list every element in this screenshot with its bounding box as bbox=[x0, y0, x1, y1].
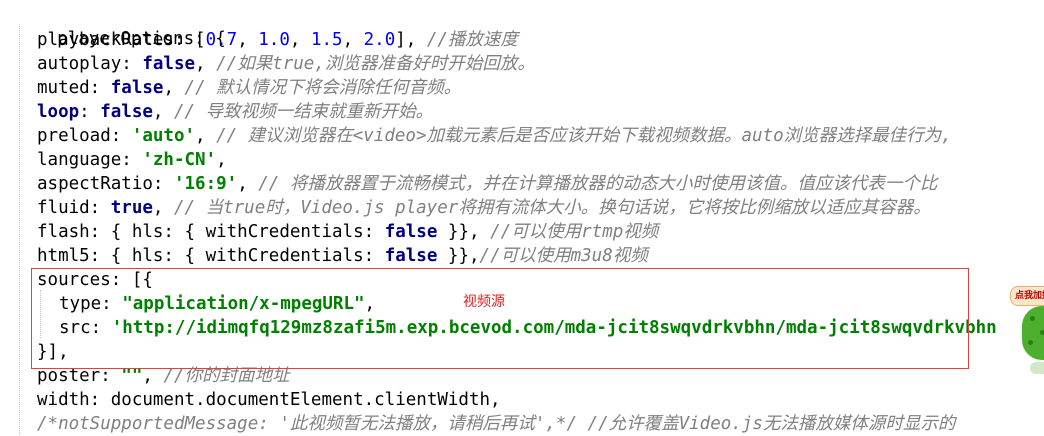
rate-value: 2.0 bbox=[363, 30, 396, 50]
code-comment: //你的封面地址 bbox=[163, 366, 290, 386]
code-comment: // 默认情况下将会消除任何音频。 bbox=[184, 78, 462, 98]
code-comment: // 将播放器置于流畅模式，并在计算播放器的动态大小时使用该值。值应该代表一个比 bbox=[258, 174, 938, 194]
code-comment: //播放速度 bbox=[426, 30, 518, 50]
code-line: /*notSupportedMessage: '此视频暂无法播放，请稍后再试',… bbox=[37, 412, 1044, 436]
code-line: fluid: true, // 当true时，Video.js player将拥… bbox=[37, 198, 931, 218]
flash-config-end: }}, bbox=[437, 222, 491, 242]
mascot-spot bbox=[1040, 330, 1044, 335]
code-comment: //可以使用rtmp视频 bbox=[490, 222, 659, 242]
code-line: src: 'http://idimqfq129mz8zafi5m.exp.bce… bbox=[59, 316, 999, 340]
indent-guide bbox=[19, 24, 20, 435]
mascot-spot bbox=[1028, 340, 1033, 345]
sources-open: sources: [{ bbox=[37, 270, 153, 290]
code-line: preload: 'auto', // 建议浏览器在<video>加载元素后是否… bbox=[37, 126, 952, 146]
aspectRatio-key: aspectRatio: bbox=[37, 174, 174, 194]
language-value: 'zh-CN' bbox=[142, 150, 217, 170]
fluid-key: fluid: bbox=[37, 198, 111, 218]
array-end: ], bbox=[395, 30, 427, 50]
code-line: sources: [{ bbox=[37, 268, 153, 292]
code-line: width: document.documentElement.clientWi… bbox=[37, 388, 501, 412]
aspectRatio-value: '16:9' bbox=[173, 174, 238, 194]
width-line: width: document.documentElement.clientWi… bbox=[37, 390, 501, 410]
flash-value: false bbox=[384, 222, 438, 242]
playbackRates-key: playbackRates: [ bbox=[37, 30, 206, 50]
src-key: src: bbox=[59, 318, 112, 338]
code-line: language: 'zh-CN', bbox=[37, 150, 227, 170]
preload-value: 'auto' bbox=[131, 126, 196, 146]
mascot-icon[interactable] bbox=[1022, 306, 1044, 360]
src-value: 'http://idimqfq129mz8zafi5m.exp.bcevod.c… bbox=[111, 318, 997, 338]
html5-config-end: }}, bbox=[437, 246, 480, 266]
code-comment: // 当true时，Video.js player将拥有流体大小。换句话说，它将… bbox=[174, 198, 931, 218]
code-line: html5: { hls: { withCredentials: false }… bbox=[37, 244, 648, 268]
poster-key: poster: bbox=[37, 366, 122, 386]
code-line: aspectRatio: '16:9', // 将播放器置于流畅模式，并在计算播… bbox=[37, 174, 938, 194]
code-line: poster: "", //你的封面地址 bbox=[37, 366, 290, 386]
autoplay-key: autoplay: bbox=[37, 54, 143, 74]
rate-value: 1.5 bbox=[310, 30, 343, 50]
preload-key: preload: bbox=[37, 126, 132, 146]
loop-key: loop bbox=[37, 102, 80, 122]
poster-value: "" bbox=[121, 366, 143, 386]
mascot-base bbox=[1030, 362, 1044, 374]
html5-config: html5: { hls: { withCredentials: bbox=[37, 246, 385, 266]
autoplay-value: false bbox=[142, 54, 196, 74]
muted-key: muted: bbox=[37, 78, 111, 98]
html5-value: false bbox=[384, 246, 438, 266]
code-editor[interactable]: playerOptions: { playbackRates: [0.7, 1.… bbox=[0, 0, 1044, 435]
code-comment: /*notSupportedMessage: '此视频暂无法播放，请稍后再试',… bbox=[37, 414, 956, 434]
fluid-value: true bbox=[110, 198, 153, 218]
code-line: loop: false, // 导致视频一结束就重新开始。 bbox=[37, 102, 434, 122]
muted-value: false bbox=[110, 78, 164, 98]
code-comment: //可以使用m3u8视频 bbox=[479, 246, 648, 266]
annotation-label: 视频源 bbox=[463, 294, 505, 310]
mascot-spot bbox=[1030, 316, 1035, 321]
type-key: type: bbox=[59, 294, 123, 314]
code-comment: // 导致视频一结束就重新开始。 bbox=[174, 102, 434, 122]
code-line: }], bbox=[37, 340, 69, 364]
sources-close: }], bbox=[37, 342, 69, 362]
rate-value: 1.0 bbox=[258, 30, 290, 50]
floating-widget[interactable]: 点我加好友 bbox=[1004, 280, 1044, 380]
code-line: type: "application/x-mpegURL", bbox=[59, 294, 376, 314]
code-line: playerOptions: { bbox=[15, 3, 226, 49]
code-line: flash: { hls: { withCredentials: false }… bbox=[37, 220, 658, 244]
loop-value: false bbox=[100, 102, 153, 122]
code-comment: // 建议浏览器在<video>加载元素后是否应该开始下载视频数据。auto浏览… bbox=[216, 126, 952, 146]
type-value: "application/x-mpegURL" bbox=[122, 294, 365, 314]
indent-guide bbox=[40, 290, 41, 338]
code-line: muted: false, // 默认情况下将会消除任何音频。 bbox=[37, 78, 462, 98]
flash-config: flash: { hls: { withCredentials: bbox=[37, 222, 385, 242]
rate-value: 0.7 bbox=[205, 30, 238, 50]
widget-badge[interactable]: 点我加好友 bbox=[1010, 286, 1044, 306]
language-key: language: bbox=[37, 150, 143, 170]
code-comment: //如果true,浏览器准备好时开始回放。 bbox=[216, 54, 535, 74]
code-line: playbackRates: [0.7, 1.0, 1.5, 2.0], //播… bbox=[37, 30, 518, 50]
code-line: autoplay: false, //如果true,浏览器准备好时开始回放。 bbox=[37, 54, 535, 74]
